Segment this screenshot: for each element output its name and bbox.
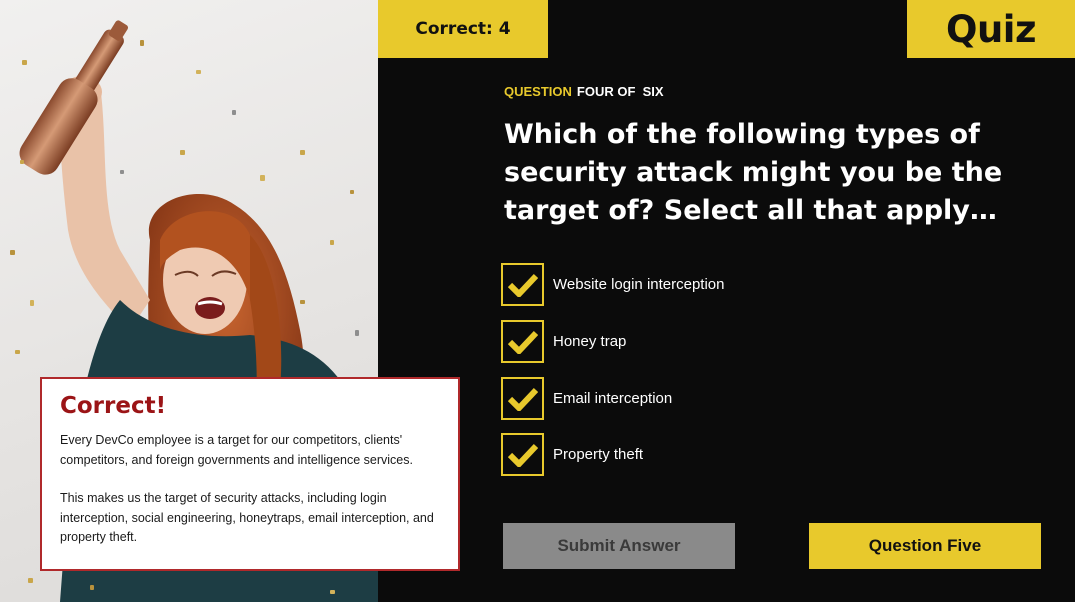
- question-number-lead: QUESTION: [504, 84, 572, 99]
- question-text: Which of the following types of security…: [504, 119, 1003, 226]
- feedback-title: Correct!: [60, 393, 167, 419]
- option-website-login-interception[interactable]: Website login interception: [501, 263, 725, 306]
- submit-answer-button[interactable]: Submit Answer: [503, 523, 735, 569]
- question-number: QUESTION FOUR OF SIX: [504, 84, 664, 99]
- score-badge: Correct: 4: [378, 0, 548, 58]
- quiz-panel: [378, 0, 1075, 602]
- option-checkbox[interactable]: [501, 263, 544, 306]
- next-question-button[interactable]: Question Five: [809, 523, 1041, 569]
- option-honey-trap[interactable]: Honey trap: [501, 320, 626, 363]
- option-label: Email interception: [553, 390, 673, 407]
- checkmark-icon: [507, 387, 538, 411]
- feedback-paragraph: Every DevCo employee is a target for our…: [60, 433, 413, 467]
- checkmark-icon: [507, 273, 538, 297]
- feedback-card: Correct! Every DevCo employee is a targe…: [40, 377, 460, 571]
- option-email-interception[interactable]: Email interception: [501, 377, 672, 420]
- option-label: Property theft: [553, 446, 644, 463]
- quiz-title-badge: Quiz: [907, 0, 1075, 58]
- checkmark-icon: [507, 330, 538, 354]
- question-number-count: FOUR OF SIX: [576, 84, 664, 99]
- option-label: Website login interception: [553, 276, 725, 293]
- feedback-paragraph: This makes us the target of security att…: [60, 491, 434, 544]
- option-checkbox[interactable]: [501, 320, 544, 363]
- checkmark-icon: [507, 443, 538, 467]
- option-property-theft[interactable]: Property theft: [501, 433, 643, 476]
- option-checkbox[interactable]: [501, 433, 544, 476]
- option-checkbox[interactable]: [501, 377, 544, 420]
- option-label: Honey trap: [553, 333, 627, 350]
